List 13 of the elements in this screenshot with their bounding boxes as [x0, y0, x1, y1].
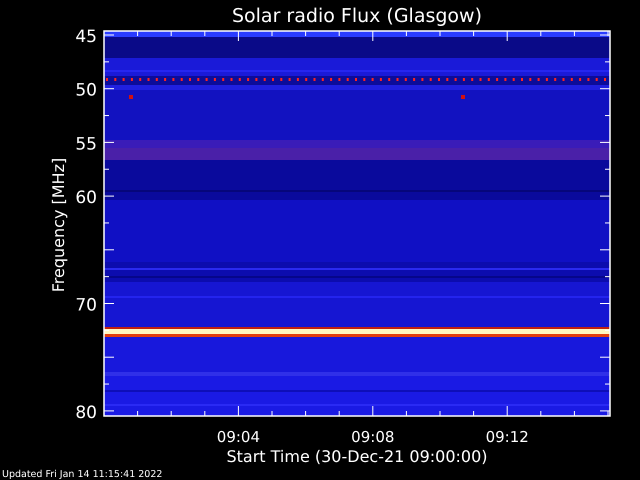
update-timestamp: Updated Fri Jan 14 11:15:41 2022 [2, 469, 162, 480]
x-tick-label: 09:08 [351, 428, 394, 446]
y-tick-label: 50 [75, 80, 97, 101]
y-tick-label: 60 [75, 188, 97, 208]
x-tick-label: 09:12 [486, 428, 529, 446]
y-axis-label: Frequency [MHz] [49, 158, 68, 292]
y-tick-label: 55 [75, 134, 97, 154]
x-axis-label: Start Time (30-Dec-21 09:00:00) [226, 447, 488, 466]
y-tick-label: 80 [75, 402, 97, 423]
y-tick-label: 45 [75, 27, 97, 47]
y-tick-label: 70 [75, 296, 97, 316]
x-tick-label: 09:04 [216, 428, 260, 446]
chart-title: Solar radio Flux (Glasgow) [232, 5, 482, 27]
